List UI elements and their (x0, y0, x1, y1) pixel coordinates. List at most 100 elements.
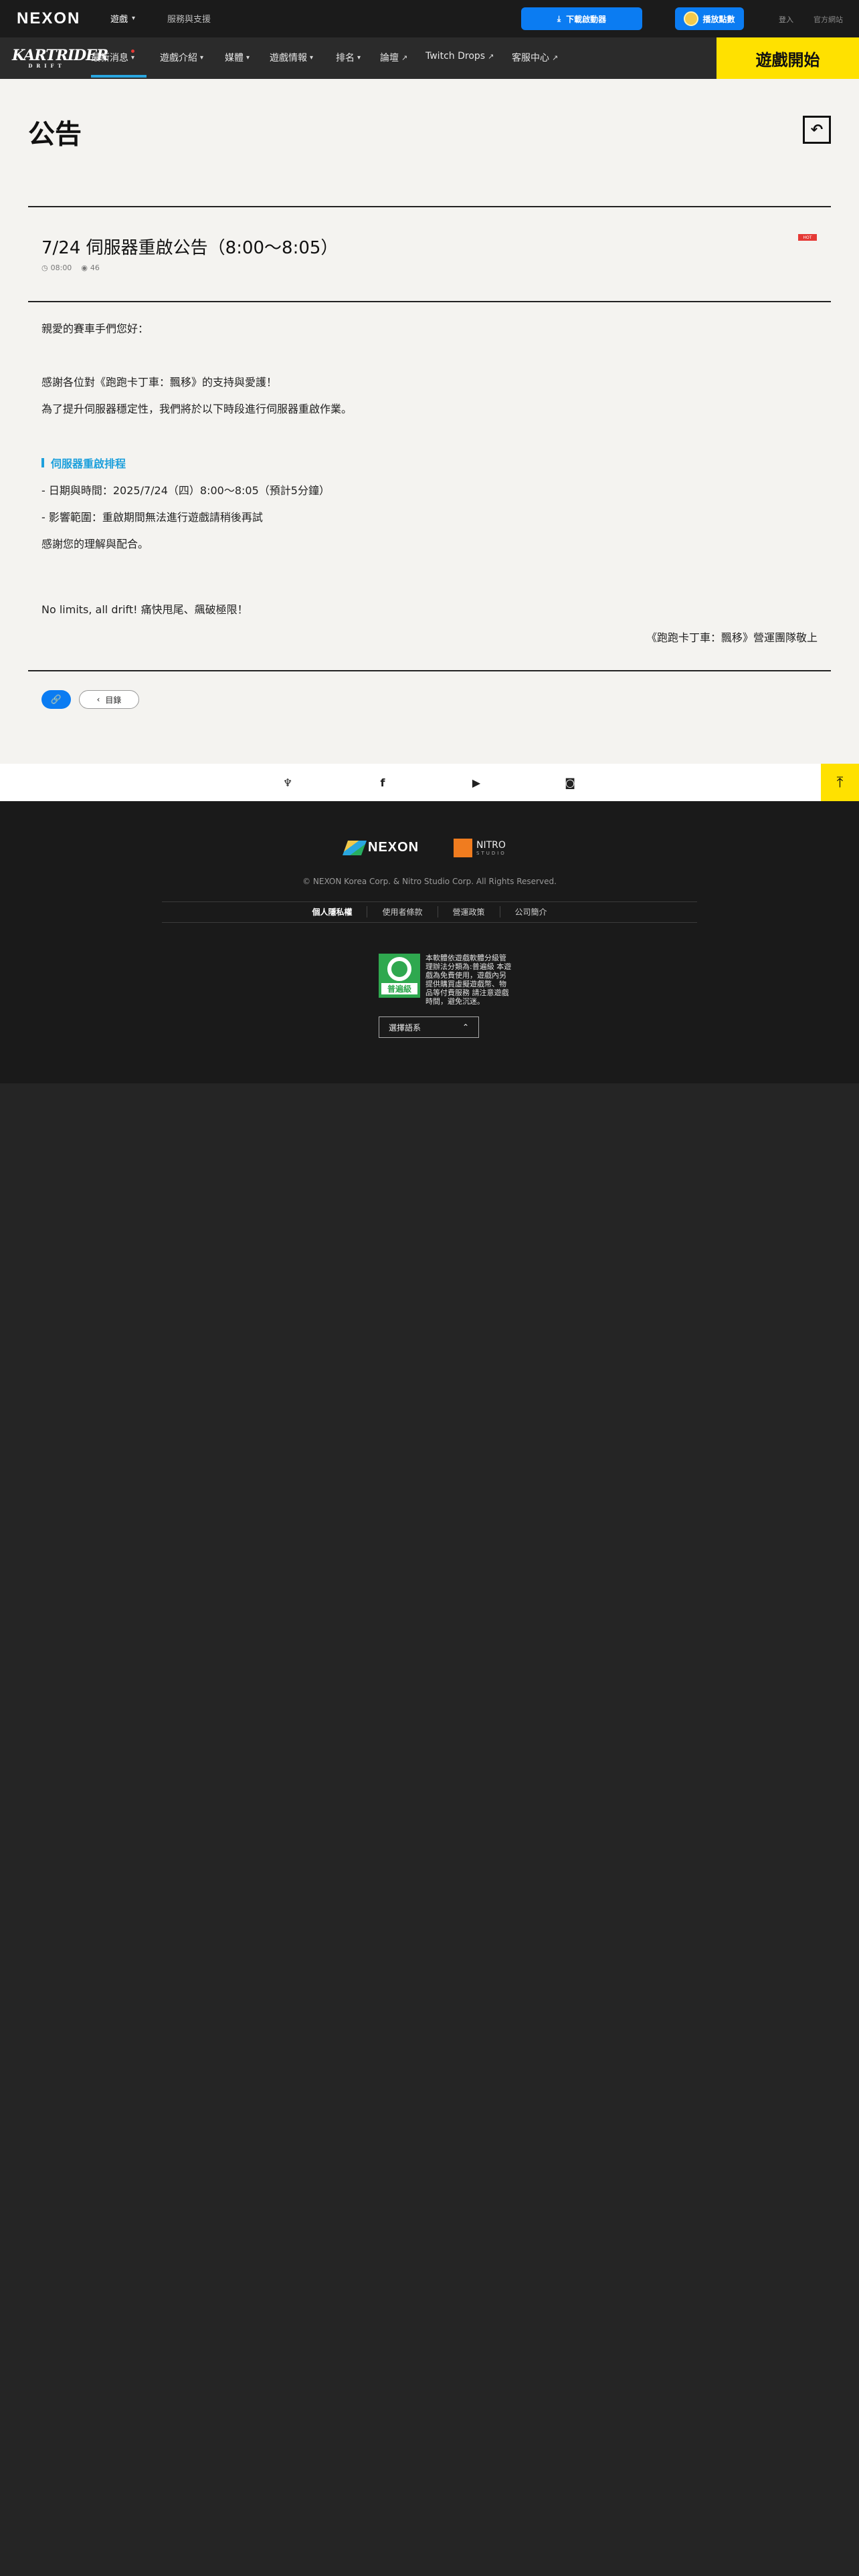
nav-item-game-info[interactable]: 遊戲情報 ▾ (270, 51, 313, 64)
post-line: 為了提升伺服器穩定性，我們將於以下時段進行伺服器重啟作業。 (41, 403, 353, 415)
footer-link-terms[interactable]: 使用者條款 (367, 905, 438, 918)
copyright: © NEXON Korea Corp. & Nitro Studio Corp.… (302, 877, 557, 886)
language-select-label: 選擇語系 (389, 1023, 421, 1033)
chevron-down-icon: ▾ (132, 15, 136, 22)
discord-icon[interactable]: ◙ (562, 776, 578, 789)
kartrider-logo[interactable]: KARTRIDER DRIFT (12, 47, 108, 71)
post-signature: 《跑跑卡丁車：飄移》營運團隊敬上 (646, 631, 818, 644)
footer-nitro-logo[interactable]: NITRO STUDIO (454, 839, 506, 857)
facebook-icon[interactable]: f (375, 776, 391, 789)
chevron-down-icon: ▾ (357, 53, 361, 62)
chevron-down-icon: ▾ (200, 53, 204, 62)
clock-icon: ◷ (41, 263, 48, 272)
footer-nexon-text: NEXON (368, 840, 419, 855)
post-line: - 日期與時間：2025/7/24（四）8:00～8:05（預計5分鐘） (41, 484, 330, 497)
rating-description: 本軟體依遊戲軟體分級管理辦法分類為:普遍級 本遊戲為免費使用，遊戲內另提供購買虛… (425, 954, 512, 1006)
nav-item-label: 遊戲介紹 (160, 53, 197, 64)
coin-icon (684, 11, 699, 26)
list-button[interactable]: ‹ 目錄 (79, 690, 139, 709)
notice-content: 公告 ↶ 7/24 伺服器重啟公告（8:00～8:05） HOT ◷ 08:00… (0, 79, 859, 764)
points-button[interactable]: 播放點數 (675, 7, 744, 30)
page-title: 公告 (28, 119, 82, 150)
copy-link-button[interactable]: 🔗 (41, 690, 71, 709)
nav-item-label: 媒體 (225, 53, 244, 64)
divider (28, 670, 831, 671)
rating-badge: 普遍級 (379, 954, 420, 998)
post-title: 7/24 伺服器重啟公告（8:00～8:05） (41, 238, 339, 258)
nav-item-media[interactable]: 媒體 ▾ (225, 51, 250, 64)
language-select[interactable]: 選擇語系 ⌃ (379, 1016, 479, 1038)
nav-item-label: 客服中心 (512, 53, 549, 64)
support-link[interactable]: 服務與支援 (167, 12, 211, 25)
external-link-icon: ↗ (401, 53, 408, 62)
arrow-up-icon: ⤒ (836, 774, 844, 791)
active-tab-indicator (91, 75, 147, 78)
chevron-down-icon: ▾ (246, 53, 250, 62)
post-meta: ◷ 08:00 ◉ 46 (41, 263, 100, 272)
login-link[interactable]: 登入 (779, 14, 793, 25)
section-heading-label: 伺服器重啟排程 (51, 457, 126, 470)
games-menu[interactable]: 遊戲 ▾ (110, 12, 135, 25)
download-icon: ⤓ (557, 13, 561, 23)
nav-item-twitch-drops[interactable]: Twitch Drops ↗ (425, 51, 494, 62)
nav-item-label: 排名 (336, 53, 355, 64)
nav-item-label: Twitch Drops (425, 51, 486, 62)
naver-cafe-icon[interactable]: ♆ (280, 776, 296, 789)
scroll-top-button[interactable]: ⤒ (821, 764, 859, 801)
footer-link-policy[interactable]: 營運政策 (438, 905, 500, 918)
nav-item-ranking[interactable]: 排名 ▾ (336, 51, 361, 64)
divider (28, 206, 831, 207)
nexon-logo[interactable]: NEXON (17, 9, 80, 28)
nitro-sub: STUDIO (476, 851, 506, 856)
footer-divider (162, 922, 697, 923)
nexon-mark-icon (342, 840, 367, 855)
chevron-left-icon: ‹ (96, 695, 100, 704)
footer-link-privacy[interactable]: 個人隱私權 (297, 905, 368, 918)
undo-arrow-icon: ↶ (810, 121, 824, 138)
eye-icon: ◉ (81, 263, 88, 272)
download-launcher-button[interactable]: ⤓ 下載啟動器 (521, 7, 642, 30)
nexon-topbar: NEXON 遊戲 ▾ 服務與支援 ⤓ 下載啟動器 播放點數 登入 官方網站 (0, 0, 859, 37)
post-line: 感謝各位對《跑跑卡丁車：飄移》的支持與愛護！ (41, 376, 278, 389)
divider (28, 301, 831, 302)
back-button[interactable]: ↶ (803, 116, 831, 144)
youtube-icon[interactable]: ▶ (468, 776, 484, 789)
rating-label: 普遍級 (381, 983, 417, 994)
post-line: No limits, all drift! 痛快甩尾、飆破極限！ (41, 603, 248, 616)
post-views-value: 46 (90, 263, 100, 272)
external-link-icon: ↗ (488, 51, 494, 61)
post-time: ◷ 08:00 (41, 263, 72, 272)
nitro-mark-icon (454, 839, 472, 857)
footer-nexon-logo[interactable]: NEXON (342, 840, 419, 855)
post-line: 親愛的賽車手們您好： (41, 322, 149, 335)
post-views: ◉ 46 (81, 263, 100, 272)
post-line: 感謝您的理解與配合。 (41, 538, 149, 550)
external-link-icon: ↗ (552, 53, 559, 62)
new-indicator-dot (131, 49, 134, 53)
footer: NEXON NITRO STUDIO © NEXON Korea Corp. &… (0, 801, 859, 1083)
post-line: - 影響範圍：重啟期間無法進行遊戲請稍後再試 (41, 511, 263, 524)
footer-nitro-text: NITRO STUDIO (476, 840, 506, 856)
nav-item-game-intro[interactable]: 遊戲介紹 ▾ (160, 51, 203, 64)
hot-badge: HOT (798, 234, 817, 241)
download-label: 下載啟動器 (566, 14, 607, 24)
footer-link-company[interactable]: 公司簡介 (500, 906, 562, 918)
list-button-label: 目錄 (105, 695, 122, 705)
post-time-value: 08:00 (50, 263, 72, 272)
chevron-down-icon: ▾ (131, 53, 135, 62)
nav-item-forum[interactable]: 論壇 ↗ (380, 51, 407, 64)
official-site-link[interactable]: 官方網站 (814, 14, 843, 25)
nav-item-news[interactable]: 最新消息 ▾ (91, 49, 135, 64)
nav-item-label: 遊戲情報 (270, 53, 307, 64)
chevron-up-icon: ⌃ (462, 1023, 469, 1032)
games-menu-label: 遊戲 (110, 15, 128, 25)
nav-item-label: 論壇 (380, 53, 399, 64)
social-bar: ♆ f ▶ ◙ (0, 764, 859, 801)
nav-item-label: 最新消息 (91, 53, 128, 64)
points-label: 播放點數 (702, 14, 735, 24)
section-heading: 伺服器重啟排程 (41, 455, 126, 471)
game-start-button[interactable]: 遊戲開始 (717, 37, 859, 79)
footer-links: 個人隱私權 使用者條款 營運政策 公司簡介 (162, 901, 697, 922)
nitro-brand: NITRO (476, 840, 506, 851)
nav-item-customer-service[interactable]: 客服中心 ↗ (512, 51, 558, 64)
